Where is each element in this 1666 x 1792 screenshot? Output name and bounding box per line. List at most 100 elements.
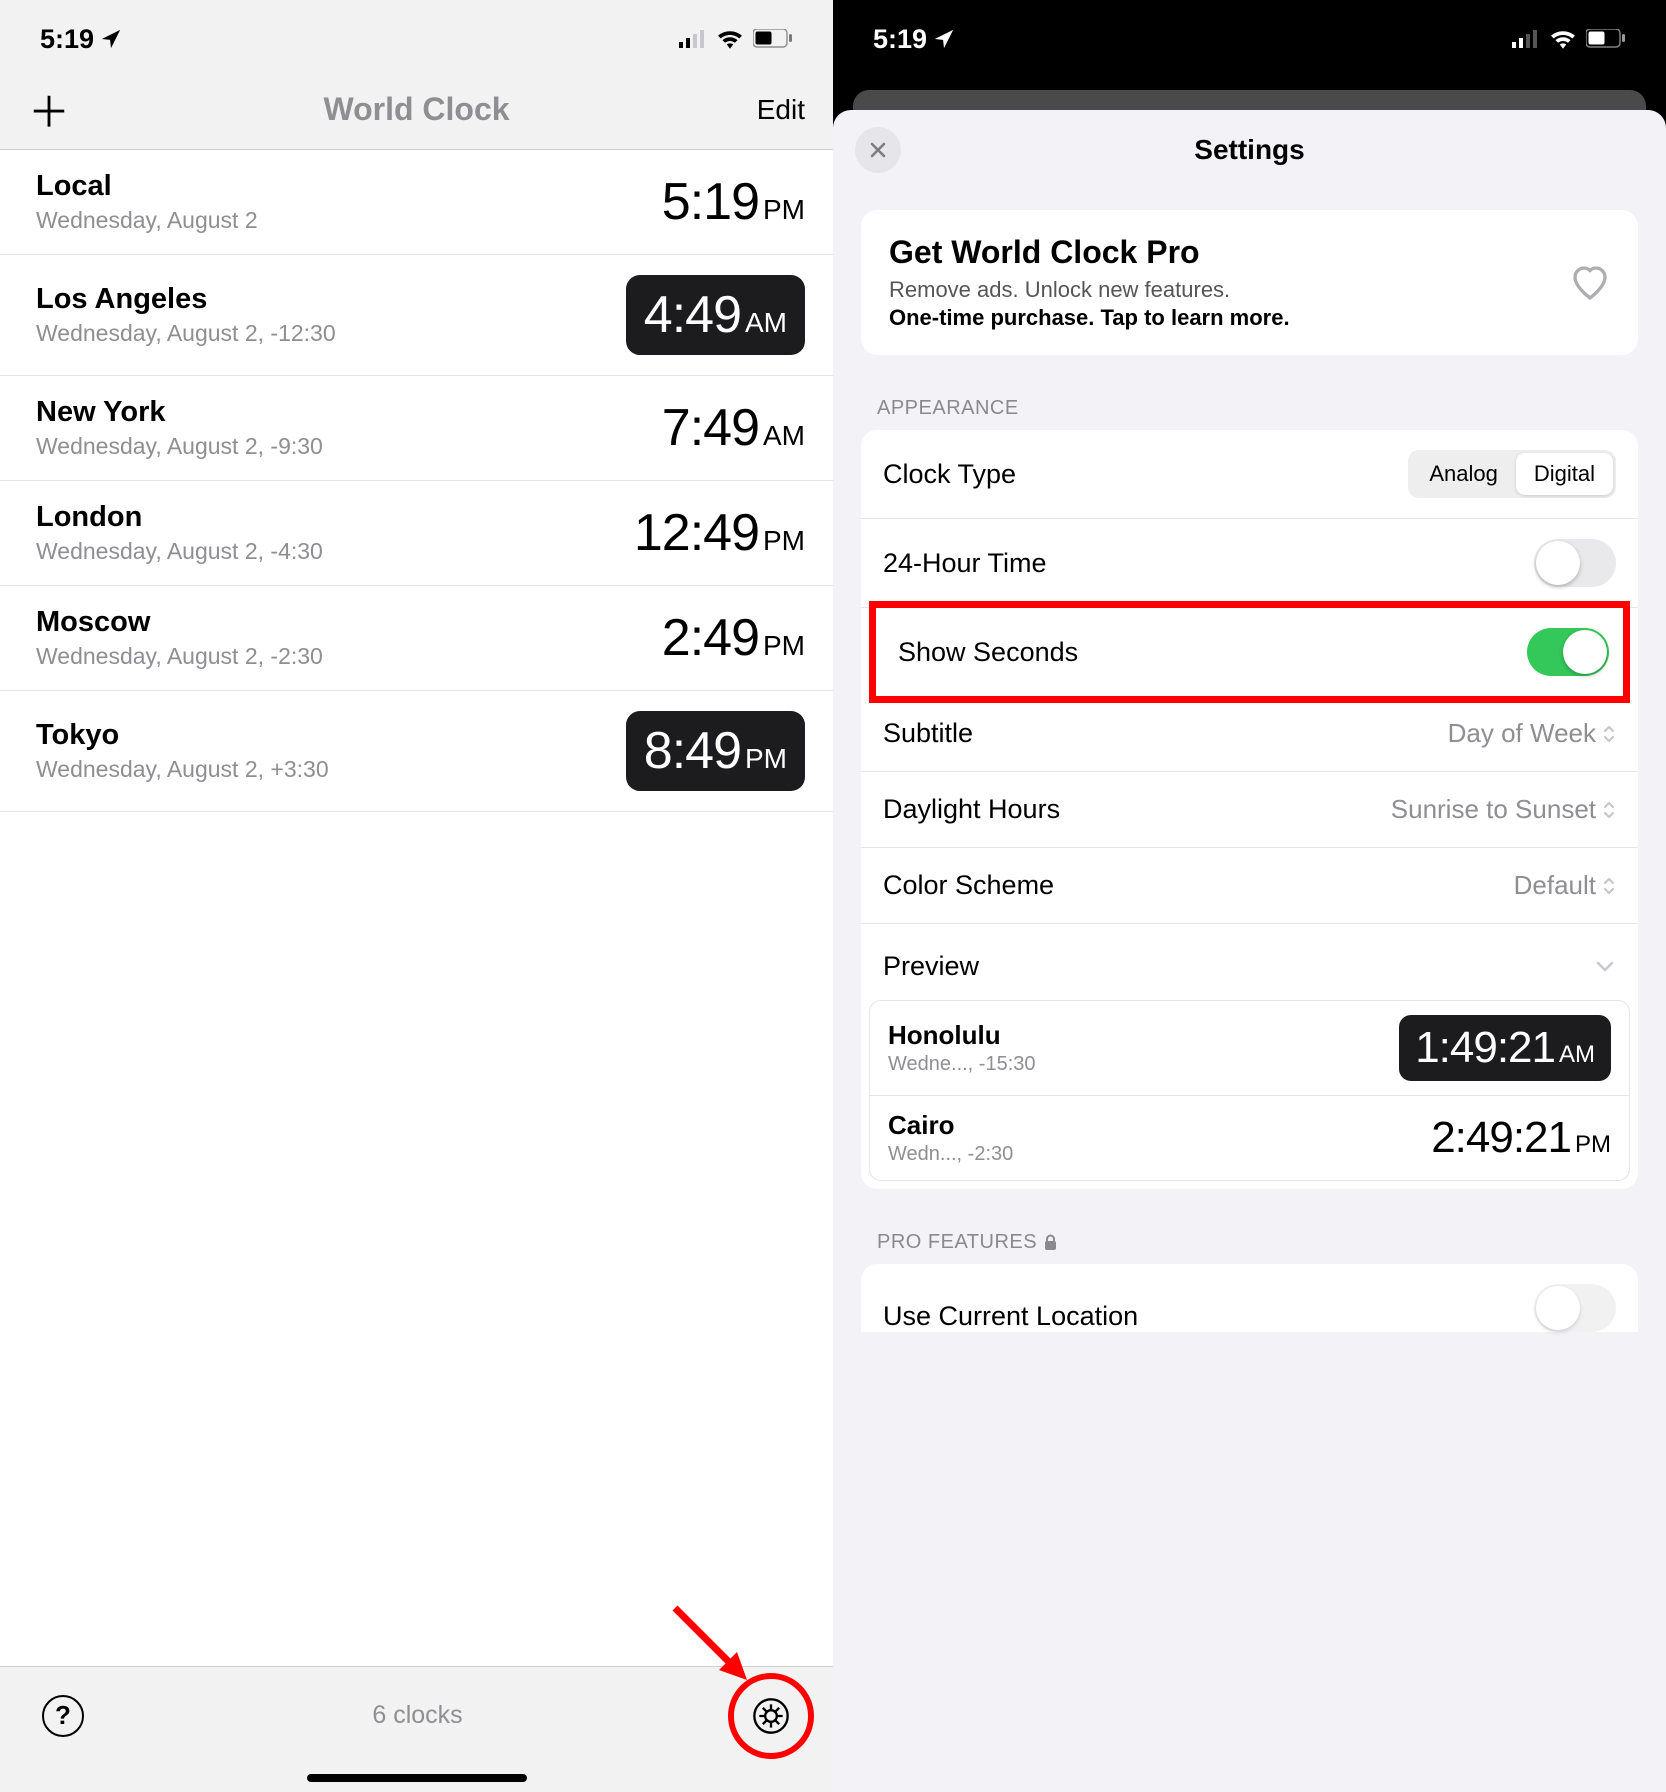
setting-label: Preview <box>883 951 979 982</box>
city-sub: Wednesday, August 2, -2:30 <box>36 643 323 670</box>
close-button[interactable] <box>855 127 901 173</box>
time-value: 2:49 <box>662 608 759 668</box>
preview-city: Honolulu <box>888 1020 1036 1051</box>
clock-type-segmented[interactable]: Analog Digital <box>1408 450 1616 498</box>
ampm: AM <box>763 420 805 452</box>
hour24-row: 24-Hour Time <box>861 519 1638 608</box>
setting-value: Sunrise to Sunset <box>1391 794 1596 825</box>
time-value: 12:49 <box>634 503 759 563</box>
clock-type-row: Clock Type Analog Digital <box>861 430 1638 519</box>
setting-label: Daylight Hours <box>883 794 1060 825</box>
clock-row[interactable]: London Wednesday, August 2, -4:30 12:49PM <box>0 481 833 586</box>
lock-icon <box>1043 1234 1058 1251</box>
city-sub: Wednesday, August 2, +3:30 <box>36 756 329 783</box>
appearance-section-label: APPEARANCE <box>877 397 1622 420</box>
close-icon <box>869 141 887 159</box>
wifi-icon <box>1550 29 1576 49</box>
wifi-icon <box>717 29 743 49</box>
setting-label: Subtitle <box>883 718 973 749</box>
use-location-toggle[interactable] <box>1534 1284 1616 1332</box>
status-bar: 5:19 ! <box>0 0 833 70</box>
preview-city: Cairo <box>888 1110 1013 1141</box>
heart-icon <box>1570 263 1610 303</box>
home-indicator <box>307 1774 527 1782</box>
preview-box: HonoluluWedne..., -15:301:49:21AMCairoWe… <box>869 1000 1630 1181</box>
battery-icon <box>1586 29 1626 49</box>
nav-bar: ＋ World Clock Edit <box>0 70 833 150</box>
segment-analog[interactable]: Analog <box>1411 453 1516 495</box>
show-seconds-toggle[interactable] <box>1527 628 1609 676</box>
settings-title: Settings <box>833 134 1666 166</box>
setting-label: 24-Hour Time <box>883 548 1047 579</box>
location-arrow-icon <box>100 28 122 50</box>
preview-header-row[interactable]: Preview <box>861 924 1638 1000</box>
use-location-row: Use Current Location <box>861 1264 1638 1332</box>
setting-label: Color Scheme <box>883 870 1054 901</box>
clock-row[interactable]: LocalWednesday, August 25:19PM <box>0 150 833 255</box>
preview-sub: Wedn..., -2:30 <box>888 1143 1013 1166</box>
hour24-toggle[interactable] <box>1534 539 1616 587</box>
clock-row[interactable]: Tokyo Wednesday, August 2, +3:30 8:49PM <box>0 691 833 812</box>
setting-value: Default <box>1514 870 1596 901</box>
settings-sheet: Settings Get World Clock Pro Remove ads.… <box>833 110 1666 1792</box>
signal-icon: ! <box>679 30 707 48</box>
add-button[interactable]: ＋ <box>28 79 78 140</box>
city-label: Moscow <box>36 606 323 639</box>
show-seconds-row: Show Seconds <box>869 601 1630 703</box>
subtitle-row[interactable]: Subtitle Day of Week <box>861 696 1638 772</box>
signal-icon <box>1512 30 1540 48</box>
time-value: 4:49 <box>644 285 741 345</box>
promo-line2: One-time purchase. Tap to learn more. <box>889 305 1290 331</box>
appearance-group: Clock Type Analog Digital 24-Hour Time S… <box>861 430 1638 1189</box>
clock-row[interactable]: Los Angeles Wednesday, August 2, -12:30 4:… <box>0 255 833 376</box>
city-label: New York <box>36 396 323 429</box>
setting-value: Day of Week <box>1448 718 1596 749</box>
setting-label: Clock Type <box>883 459 1016 490</box>
status-time: 5:19 <box>873 24 927 55</box>
chevron-down-icon <box>1594 959 1616 973</box>
preview-row: HonoluluWedne..., -15:301:49:21AM <box>870 1001 1629 1096</box>
ampm: PM <box>763 194 805 226</box>
city-sub: Wednesday, August 2, -4:30 <box>36 538 323 565</box>
updown-icon <box>1602 723 1616 745</box>
city-sub: Wednesday, August 2, -12:30 <box>36 320 336 347</box>
promo-line1: Remove ads. Unlock new features. <box>889 277 1290 303</box>
time-value: 7:49 <box>662 398 759 458</box>
city-label: London <box>36 501 323 534</box>
pro-promo[interactable]: Get World Clock Pro Remove ads. Unlock n… <box>861 210 1638 355</box>
preview-row: CairoWedn..., -2:30 2:49:21PM <box>870 1096 1629 1180</box>
clock-list: LocalWednesday, August 25:19PMLos Angele… <box>0 150 833 812</box>
pro-section-label: PRO FEATURES <box>877 1231 1622 1254</box>
city-sub: Wednesday, August 2, -9:30 <box>36 433 323 460</box>
ampm: AM <box>745 307 787 339</box>
segment-digital[interactable]: Digital <box>1516 453 1613 495</box>
updown-icon <box>1602 875 1616 897</box>
ampm: PM <box>763 630 805 662</box>
daylight-row[interactable]: Daylight Hours Sunrise to Sunset <box>861 772 1638 848</box>
clock-row[interactable]: New York Wednesday, August 2, -9:30 7:49AM <box>0 376 833 481</box>
city-label: Tokyo <box>36 719 329 752</box>
city-label: Los Angeles <box>36 283 336 316</box>
gear-icon[interactable] <box>751 1696 791 1736</box>
annotation-arrow <box>665 1598 765 1698</box>
status-bar: 5:19 <box>833 0 1666 70</box>
help-button[interactable]: ? <box>42 1695 84 1737</box>
clock-row[interactable]: Moscow Wednesday, August 2, -2:30 2:49PM <box>0 586 833 691</box>
ampm: PM <box>745 743 787 775</box>
status-time: 5:19 <box>40 24 94 55</box>
preview-ampm: PM <box>1575 1131 1611 1159</box>
edit-button[interactable]: Edit <box>755 94 805 126</box>
color-row[interactable]: Color Scheme Default <box>861 848 1638 924</box>
updown-icon <box>1602 799 1616 821</box>
bottom-toolbar: ? 6 clocks <box>0 1666 833 1792</box>
page-title: World Clock <box>323 91 509 128</box>
ampm: PM <box>763 525 805 557</box>
time-value: 8:49 <box>644 721 741 781</box>
preview-time-value: 2:49:21 <box>1431 1113 1571 1163</box>
clock-count: 6 clocks <box>372 1701 462 1730</box>
time-value: 5:19 <box>662 172 759 232</box>
battery-icon <box>753 29 793 49</box>
city-label: Local <box>36 170 258 203</box>
preview-time-value: 1:49:21 <box>1415 1023 1555 1073</box>
location-arrow-icon <box>933 28 955 50</box>
